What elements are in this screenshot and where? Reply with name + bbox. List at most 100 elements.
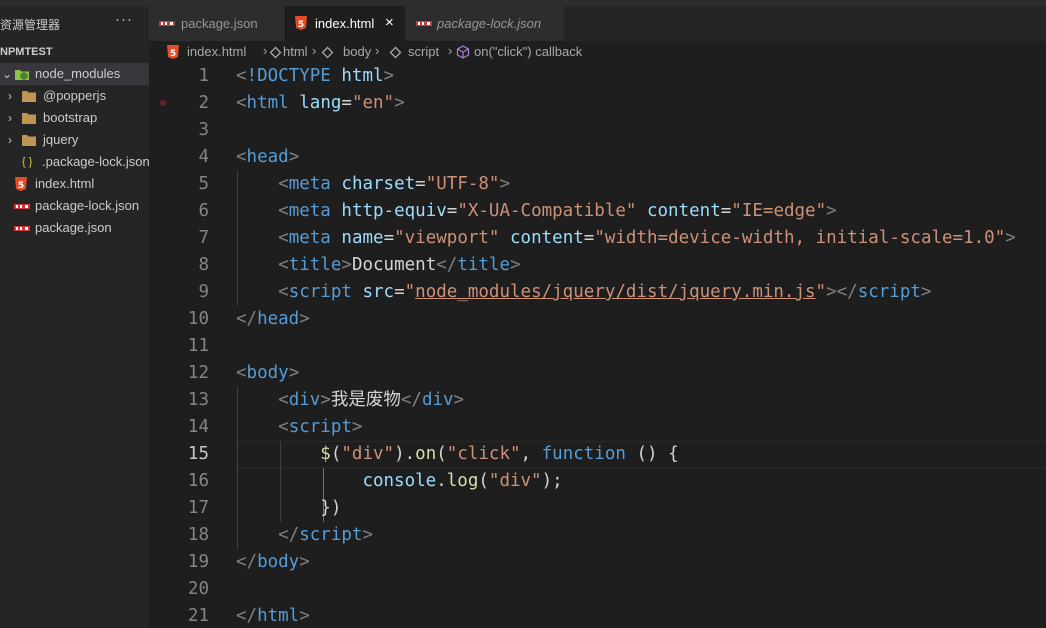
line-number: 21: [187, 606, 209, 626]
line-number: 20: [187, 579, 209, 599]
workspace-section-header[interactable]: NPMTEST: [0, 41, 149, 63]
line-number-current: 15: [187, 444, 209, 464]
line-number: 11: [187, 336, 209, 356]
tree-item-hidden-package-lock[interactable]: { } .package-lock.json: [0, 151, 149, 173]
workspace-name: NPMTEST: [0, 46, 53, 58]
line-number: 18: [187, 525, 209, 545]
breadcrumb-body[interactable]: body: [343, 44, 371, 59]
line-number: 16: [187, 471, 209, 491]
line-number: 8: [198, 255, 209, 275]
code-line: <title>Document</title>: [278, 255, 521, 275]
code-line: </body>: [236, 552, 310, 572]
tree-item-popperjs[interactable]: › @popperjs: [0, 85, 149, 107]
code-line: }): [236, 498, 342, 518]
code-line: <script src="node_modules/jquery/dist/jq…: [278, 282, 932, 302]
npm-icon: [416, 21, 432, 26]
more-actions-icon[interactable]: ···: [115, 11, 133, 28]
tree-item-jquery[interactable]: › jquery: [0, 129, 149, 151]
code-line: console.log("div");: [362, 471, 563, 491]
code-line: </html>: [236, 606, 310, 626]
html5-icon: 5: [295, 16, 307, 30]
svg-text:5: 5: [298, 20, 304, 30]
folder-icon: [22, 135, 36, 146]
chevron-right-icon: ›: [448, 43, 453, 58]
line-number: 9: [198, 282, 209, 302]
explorer-sidebar: 资源管理器 ··· NPMTEST ⌄ node_modules › @popp…: [0, 6, 149, 628]
code-line: <div>我是废物</div>: [278, 390, 465, 410]
method-cube-icon: [456, 45, 470, 59]
chevron-right-icon: ›: [375, 43, 380, 58]
line-number: 14: [187, 417, 209, 437]
code-editor[interactable]: 1 2 3 4 5 6 7 8 9 10 11 12 13 14 15 16 1…: [149, 63, 1046, 628]
folder-icon: [22, 113, 36, 124]
breadcrumb-callback[interactable]: on("click") callback: [474, 44, 582, 59]
code-line: <meta name="viewport" content="width=dev…: [278, 228, 1016, 248]
node-folder-icon: [15, 70, 29, 80]
element-icon: [269, 46, 282, 59]
tab-package-lock-json[interactable]: package-lock.json: [406, 6, 565, 41]
tree-item-label: package.json: [35, 220, 112, 235]
tree-item-label: @popperjs: [43, 88, 107, 103]
html5-icon: 5: [167, 45, 179, 59]
npm-icon: [159, 21, 175, 26]
close-icon[interactable]: ×: [385, 14, 394, 31]
chevron-right-icon: ›: [312, 43, 317, 58]
breadcrumb: 5 index.html › html › body › script › on…: [149, 41, 1046, 63]
element-icon: [321, 46, 334, 59]
folder-icon: [22, 91, 36, 102]
line-number: 3: [198, 120, 209, 140]
chevron-down-icon: ⌄: [2, 67, 13, 81]
tree-item-label: bootstrap: [43, 110, 98, 125]
editor-tab-bar: package.json 5 index.html × package-lock…: [149, 6, 1046, 41]
tree-item-package-lock[interactable]: package-lock.json: [0, 195, 149, 217]
breadcrumb-script[interactable]: script: [408, 44, 439, 59]
tree-item-node-modules[interactable]: ⌄ node_modules: [0, 63, 149, 85]
code-line: <script>: [278, 417, 363, 437]
npm-icon: [14, 226, 30, 231]
explorer-title: 资源管理器: [0, 18, 61, 32]
breadcrumb-file[interactable]: index.html: [187, 44, 246, 59]
tree-item-index-html[interactable]: 5 index.html: [0, 173, 149, 195]
chevron-right-icon: ›: [8, 133, 12, 147]
element-icon: [389, 46, 402, 59]
line-number: 4: [198, 147, 209, 167]
code-line: <meta http-equiv="X-UA-Compatible" conte…: [278, 201, 837, 221]
npm-icon: [14, 204, 30, 209]
tree-item-label: index.html: [35, 176, 95, 191]
line-number: 10: [187, 309, 209, 329]
chevron-right-icon: ›: [263, 43, 268, 58]
html5-icon: 5: [15, 177, 27, 191]
line-number: 6: [198, 201, 209, 221]
tab-label: package-lock.json: [437, 16, 542, 31]
tab-label: package.json: [181, 16, 258, 31]
line-number: 2: [198, 93, 209, 113]
line-number: 7: [198, 228, 209, 248]
code-line: </head>: [236, 309, 310, 329]
json-icon: { }: [22, 156, 33, 168]
code-line: <body>: [236, 363, 300, 383]
tree-item-label: jquery: [43, 132, 79, 147]
code-line: </script>: [278, 525, 373, 545]
svg-text:5: 5: [18, 181, 24, 191]
tab-package-json[interactable]: package.json: [149, 6, 285, 41]
breadcrumb-html[interactable]: html: [283, 44, 308, 59]
svg-text:5: 5: [170, 49, 176, 59]
code-line: <!DOCTYPE html>: [236, 66, 395, 86]
code-line: <html lang="en">: [236, 93, 405, 113]
line-number: 12: [187, 363, 209, 383]
tab-label: index.html: [315, 16, 375, 31]
line-number: 13: [187, 390, 209, 410]
line-number: 5: [198, 174, 209, 194]
chevron-right-icon: ›: [8, 111, 12, 125]
tree-item-label: .package-lock.json: [42, 154, 149, 169]
tree-item-bootstrap[interactable]: › bootstrap: [0, 107, 149, 129]
code-line: <head>: [236, 147, 300, 167]
tree-item-package-json[interactable]: package.json: [0, 217, 149, 239]
tree-item-label: node_modules: [35, 66, 121, 81]
code-line: <meta charset="UTF-8">: [278, 174, 511, 194]
tree-item-label: package-lock.json: [35, 198, 140, 213]
line-number: 1: [198, 66, 209, 86]
tab-index-html[interactable]: 5 index.html ×: [285, 6, 406, 41]
line-number: 17: [187, 498, 209, 518]
code-line-current: $("div").on("click", function () {: [320, 444, 679, 464]
